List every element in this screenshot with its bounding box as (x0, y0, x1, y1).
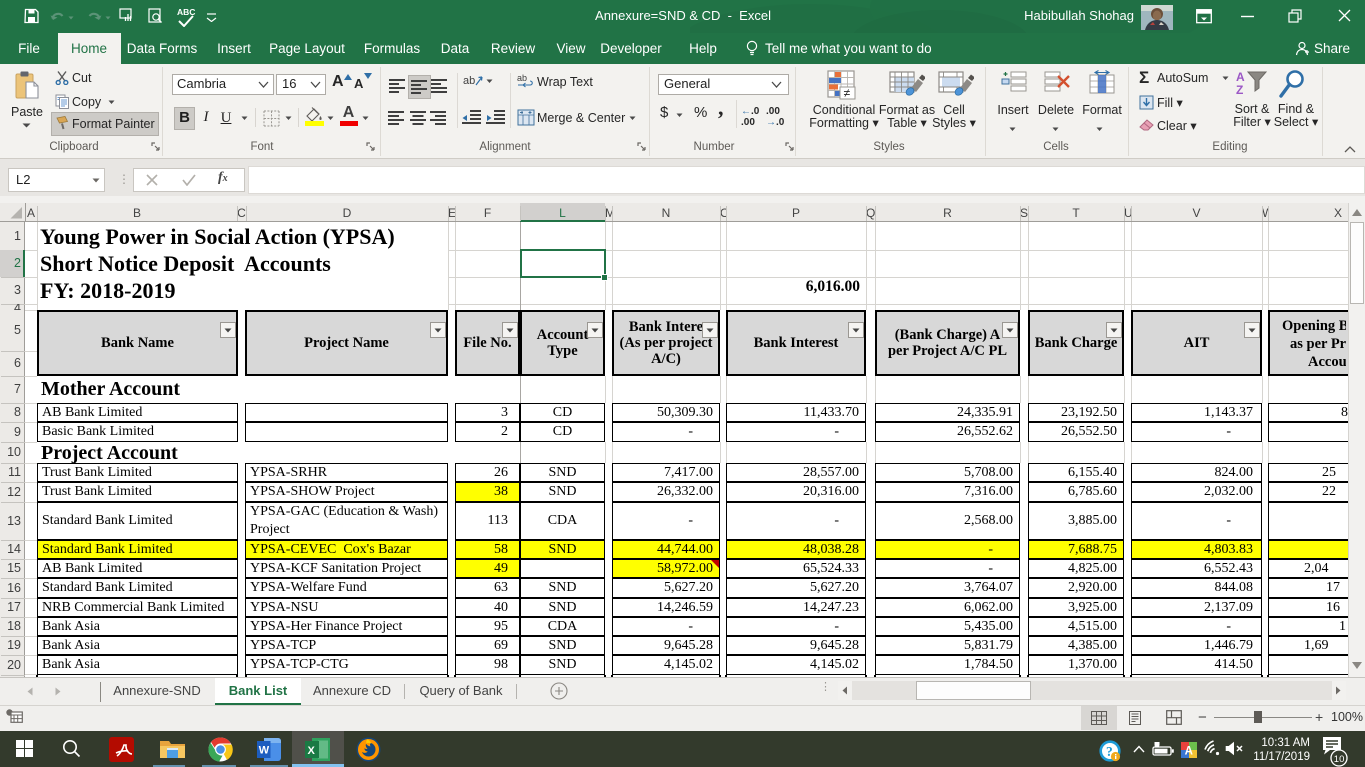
svg-text:≠: ≠ (844, 86, 851, 100)
svg-text:X: X (308, 745, 316, 757)
svg-text:ab: ab (463, 75, 475, 87)
svg-text:A: A (1185, 746, 1193, 758)
svg-text:A: A (1236, 70, 1245, 84)
svg-text:W: W (259, 745, 270, 757)
svg-text:ab: ab (517, 73, 527, 83)
svg-text:Z: Z (1236, 83, 1243, 97)
svg-text:10: 10 (1334, 754, 1345, 765)
